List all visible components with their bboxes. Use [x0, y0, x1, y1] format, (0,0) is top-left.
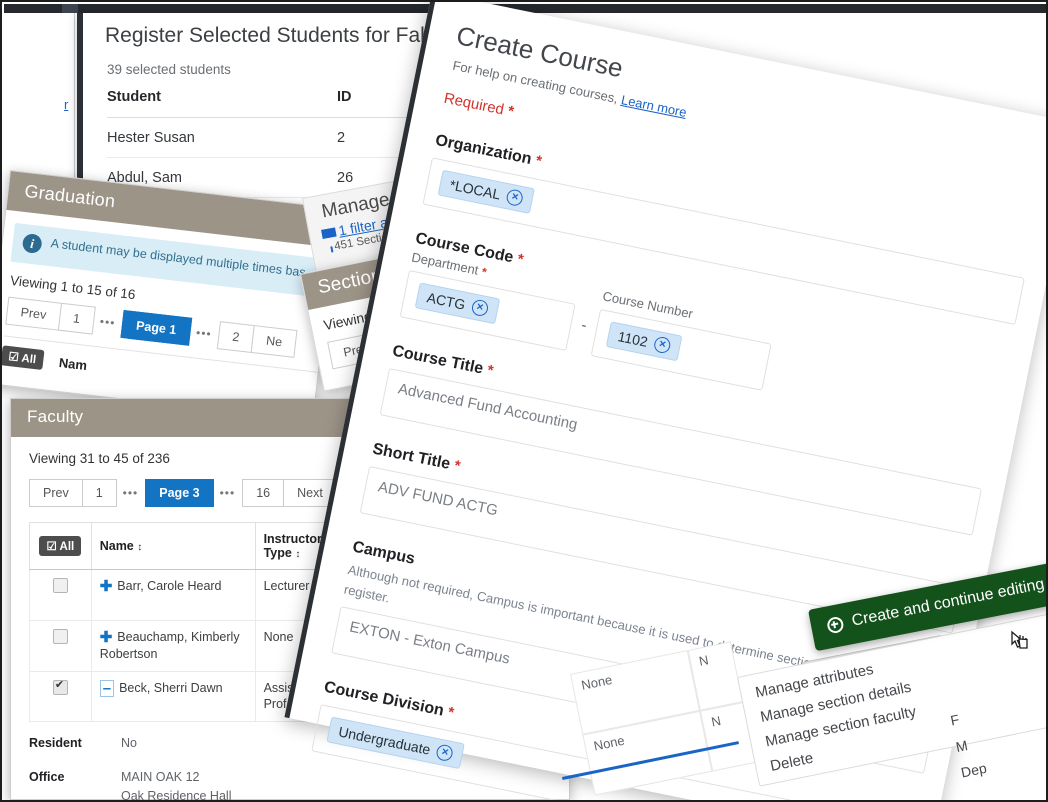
select-all-checkbox[interactable]: ☑ All	[39, 536, 82, 556]
sort-icon: ↕	[137, 542, 143, 553]
pagination-current-page[interactable]: Page 1	[120, 310, 192, 346]
sort-icon: ↕	[295, 549, 301, 560]
cell-name: ✚ Barr, Carole Heard	[90, 569, 256, 621]
pagination-ellipsis: •••	[219, 486, 236, 500]
plus-circle-icon	[825, 615, 845, 635]
funnel-icon	[321, 227, 337, 239]
detail-value: MAIN OAK 12 Oak Residence Hall Main Camp…	[121, 768, 232, 802]
cell-name: – Beck, Sherri Dawn	[90, 670, 256, 723]
organization-chip-label: *LOCAL	[448, 176, 502, 203]
detail-value-line: MAIN OAK 12	[121, 770, 200, 785]
pagination-first-page[interactable]: 1	[81, 479, 117, 507]
column-header-name[interactable]: Name ↕	[90, 522, 256, 570]
required-asterisk: *	[515, 250, 525, 269]
cell-name: ✚ Beauchamp, Kimberly Robertson	[90, 619, 256, 672]
required-asterisk: *	[506, 102, 516, 121]
organization-chip[interactable]: *LOCAL ✕	[437, 169, 536, 215]
graduation-info-text: A student may be displayed multiple time…	[50, 236, 307, 280]
detail-label: Office	[29, 770, 65, 785]
required-asterisk: *	[485, 361, 495, 380]
detail-value: No	[121, 736, 137, 751]
browser-tab-sliver[interactable]	[62, 4, 78, 13]
detail-label: Resident	[29, 736, 82, 751]
pagination-prev[interactable]: Prev	[29, 479, 83, 507]
collapse-row-icon[interactable]: –	[99, 679, 115, 697]
course-division-chip-label: Undergraduate	[337, 723, 432, 758]
pagination-first-page[interactable]: 1	[57, 302, 96, 335]
row-checkbox-cell[interactable]	[29, 569, 92, 621]
row-checkbox[interactable]	[52, 628, 68, 644]
pagination-ellipsis: •••	[122, 486, 139, 500]
remove-chip-icon[interactable]: ✕	[470, 298, 490, 318]
required-asterisk: *	[480, 264, 488, 280]
row-checkbox-cell[interactable]	[29, 619, 92, 672]
base-page-link[interactable]: r	[64, 97, 68, 112]
cell-student: Abdul, Sam	[107, 170, 182, 186]
column-header-name[interactable]: Nam	[58, 354, 88, 372]
row-checkbox[interactable]	[52, 578, 68, 593]
remove-chip-icon[interactable]: ✕	[435, 743, 455, 763]
required-asterisk: *	[452, 457, 462, 475]
pagination-current-page[interactable]: Page 3	[145, 479, 214, 507]
department-chip[interactable]: ACTG ✕	[414, 282, 501, 325]
department-chip-label: ACTG	[425, 289, 467, 313]
expand-row-icon[interactable]: ✚	[100, 579, 113, 594]
pagination-last-page[interactable]: 16	[242, 479, 285, 507]
pagination-next[interactable]: Ne	[250, 325, 298, 358]
course-number-chip-label: 1102	[616, 328, 650, 350]
column-header-select-all[interactable]: ☑ All	[29, 522, 92, 570]
detail-value-line: Oak Residence Hall	[121, 788, 232, 802]
required-asterisk: *	[446, 703, 456, 722]
graduation-panel: Graduation i A student may be displayed …	[2, 170, 338, 422]
register-selected-count: 39 selected students	[107, 62, 231, 77]
pagination-ellipsis: •••	[195, 325, 213, 342]
course-number-chip[interactable]: 1102 ✕	[605, 321, 683, 362]
row-checkbox-cell[interactable]	[29, 670, 92, 723]
select-all-checkbox[interactable]: ☑ All	[2, 345, 45, 371]
required-asterisk: *	[534, 152, 544, 171]
cell-student: Hester Susan	[107, 130, 195, 146]
short-title-value: ADV FUND ACTG	[376, 478, 500, 520]
pagination-ellipsis: •••	[99, 314, 117, 331]
pagination-last-page[interactable]: 2	[216, 321, 255, 353]
column-header-student[interactable]: Student	[107, 89, 337, 105]
screenshot-root: r Register Selected Students for Fall 20…	[0, 0, 1048, 802]
course-code-separator: -	[579, 316, 589, 335]
expand-row-icon[interactable]: ✚	[100, 630, 113, 645]
mouse-cursor	[1011, 630, 1028, 649]
remove-chip-icon[interactable]: ✕	[505, 188, 525, 208]
row-checkbox[interactable]	[52, 678, 68, 695]
pagination-prev[interactable]: Prev	[5, 296, 62, 331]
info-icon: i	[21, 233, 43, 255]
abbrev-line: Dep	[959, 759, 988, 781]
remove-chip-icon[interactable]: ✕	[652, 335, 672, 355]
